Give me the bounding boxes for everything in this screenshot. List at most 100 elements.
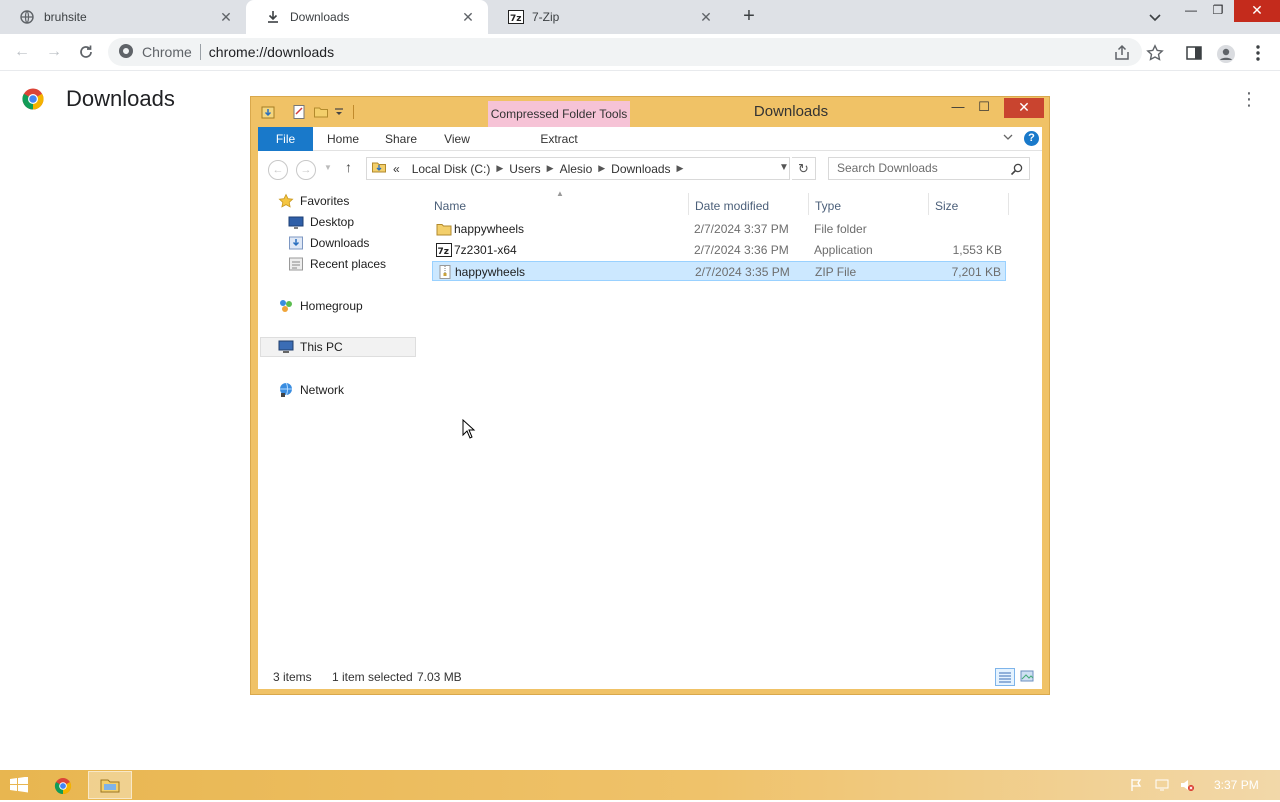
share-icon[interactable] [1113,44,1131,62]
ribbon-tab-share[interactable]: Share [378,127,424,151]
tab-search-chevron-icon[interactable] [1146,8,1164,26]
restore-browser-button[interactable]: ❐ [1203,0,1233,22]
windows-start-icon[interactable] [10,776,28,793]
page-menu-icon[interactable]: ⋮ [1240,90,1258,110]
breadcrumb-users[interactable]: Users [509,162,540,176]
close-tab-icon[interactable]: ✕ [218,9,234,26]
column-header-name[interactable]: Name [434,199,466,213]
file-row-selected[interactable]: happywheels 2/7/2024 3:35 PM ZIP File 7,… [432,261,1006,281]
action-center-flag-icon[interactable] [1130,778,1144,792]
ribbon-tab-file[interactable]: File [258,127,313,151]
up-one-level-button[interactable]: ↑ [345,159,352,175]
file-list-pane: ▲ Name Date modified Type Size happywhee… [430,189,1034,671]
nav-label: Favorites [300,194,350,208]
back-button[interactable]: ← [11,41,33,63]
breadcrumb-arrow-icon[interactable]: ▶ [496,163,503,174]
side-panel-icon[interactable] [1185,44,1203,62]
taskbar-file-explorer-app[interactable] [88,771,132,799]
search-input[interactable]: Search Downloads [828,157,1030,180]
nav-label: Homegroup [300,299,363,313]
file-date: 2/7/2024 3:37 PM [694,222,789,236]
tab-bruhsite[interactable]: bruhsite ✕ [0,0,246,34]
column-divider[interactable] [808,193,809,215]
7zip-icon: 7z [508,10,524,24]
search-placeholder: Search Downloads [837,161,938,175]
bookmark-star-icon[interactable] [1146,44,1164,62]
tab-7zip[interactable]: 7z 7-Zip ✕ [488,0,726,34]
nav-network[interactable]: Network [278,380,344,400]
tab-title: 7-Zip [532,10,560,24]
reload-button[interactable] [75,41,97,63]
recent-locations-chevron-icon[interactable]: ▼ [324,163,332,172]
breadcrumb-arrow-icon[interactable]: ▶ [677,163,684,174]
svg-text:7z: 7z [510,14,522,24]
tab-title: Downloads [290,10,350,24]
explorer-forward-button[interactable]: → [296,160,316,180]
browser-menu-icon[interactable] [1252,44,1270,62]
explorer-back-button[interactable]: ← [268,160,288,180]
quick-access-properties-icon[interactable] [260,104,276,120]
network-tray-icon[interactable] [1155,778,1169,792]
taskbar-clock[interactable]: 3:37 PM [1214,778,1259,792]
nav-recent-places[interactable]: Recent places [288,254,386,274]
nav-label: This PC [300,340,343,354]
help-icon[interactable]: ? [1024,131,1039,146]
file-row[interactable]: happywheels 2/7/2024 3:37 PM File folder [432,219,1006,239]
close-tab-icon[interactable]: ✕ [460,9,476,26]
address-bar[interactable]: Chrome chrome://downloads [108,38,1142,66]
expand-ribbon-chevron-icon[interactable] [1002,131,1016,145]
refresh-button[interactable]: ↻ [792,157,816,180]
close-tab-icon[interactable]: ✕ [698,9,714,26]
ribbon-tab-extract[interactable]: Extract [528,127,590,151]
explorer-minimize-button[interactable]: — [945,99,971,117]
explorer-window-title: Downloads [753,103,829,120]
minimize-browser-button[interactable]: — [1176,0,1206,22]
browser-toolbar: ← → Chrome chrome://downloads [0,34,1280,71]
explorer-maximize-button[interactable]: ☐ [971,99,997,117]
breadcrumb-downloads[interactable]: Downloads [611,162,670,176]
address-history-dropdown-icon[interactable]: ▼ [779,162,789,173]
column-header-size[interactable]: Size [935,199,958,213]
new-tab-button[interactable]: + [737,4,761,28]
mouse-pointer-icon [462,418,476,439]
breadcrumb-arrow-icon[interactable]: ▶ [547,163,554,174]
nav-favorites[interactable]: Favorites [278,191,349,211]
breadcrumb-arrow-icon[interactable]: ▶ [598,163,605,174]
breadcrumb-local-disk[interactable]: Local Disk (C:) [412,162,491,176]
file-date: 2/7/2024 3:36 PM [694,243,789,257]
nav-downloads[interactable]: Downloads [288,233,369,253]
nav-homegroup[interactable]: Homegroup [278,296,363,316]
file-name: 7z2301-x64 [454,243,517,257]
explorer-close-button[interactable]: ✕ [1004,98,1044,118]
nav-desktop[interactable]: Desktop [288,212,354,232]
compressed-folder-tools-tab[interactable]: Compressed Folder Tools [488,101,630,127]
ribbon-tab-view[interactable]: View [434,127,480,151]
volume-muted-icon[interactable] [1180,778,1194,792]
search-icon [1010,162,1023,176]
navigation-pane: Favorites Desktop Downloads Recent place… [258,191,418,671]
file-size: 1,553 KB [952,243,1002,257]
explorer-titlebar[interactable]: Compressed Folder Tools Downloads — ☐ ✕ [251,97,1049,127]
sort-ascending-icon: ▲ [556,189,564,198]
breadcrumb-alesio[interactable]: Alesio [560,162,593,176]
quick-access-dropdown-icon[interactable] [333,104,349,120]
quick-access-new-document-icon[interactable] [291,104,307,120]
explorer-address-bar[interactable]: « Local Disk (C:) ▶ Users ▶ Alesio ▶ Dow… [366,157,790,180]
details-view-button[interactable] [995,668,1015,686]
profile-avatar-icon[interactable] [1216,44,1235,63]
column-divider[interactable] [1008,193,1009,215]
column-header-type[interactable]: Type [815,199,841,213]
address-overflow[interactable]: « [393,162,400,176]
quick-access-new-folder-icon[interactable] [313,104,329,120]
tab-downloads[interactable]: Downloads ✕ [246,0,488,34]
file-row[interactable]: 7z 7z2301-x64 2/7/2024 3:36 PM Applicati… [432,240,1006,260]
taskbar-chrome-app[interactable] [42,771,86,799]
column-header-date[interactable]: Date modified [695,199,769,213]
forward-button[interactable]: → [43,41,65,63]
column-divider[interactable] [928,193,929,215]
column-divider[interactable] [688,193,689,215]
ribbon-tab-home[interactable]: Home [320,127,366,151]
close-browser-button[interactable]: ✕ [1234,0,1280,22]
nav-this-pc[interactable]: This PC [260,337,416,357]
large-icons-view-button[interactable] [1018,668,1038,686]
